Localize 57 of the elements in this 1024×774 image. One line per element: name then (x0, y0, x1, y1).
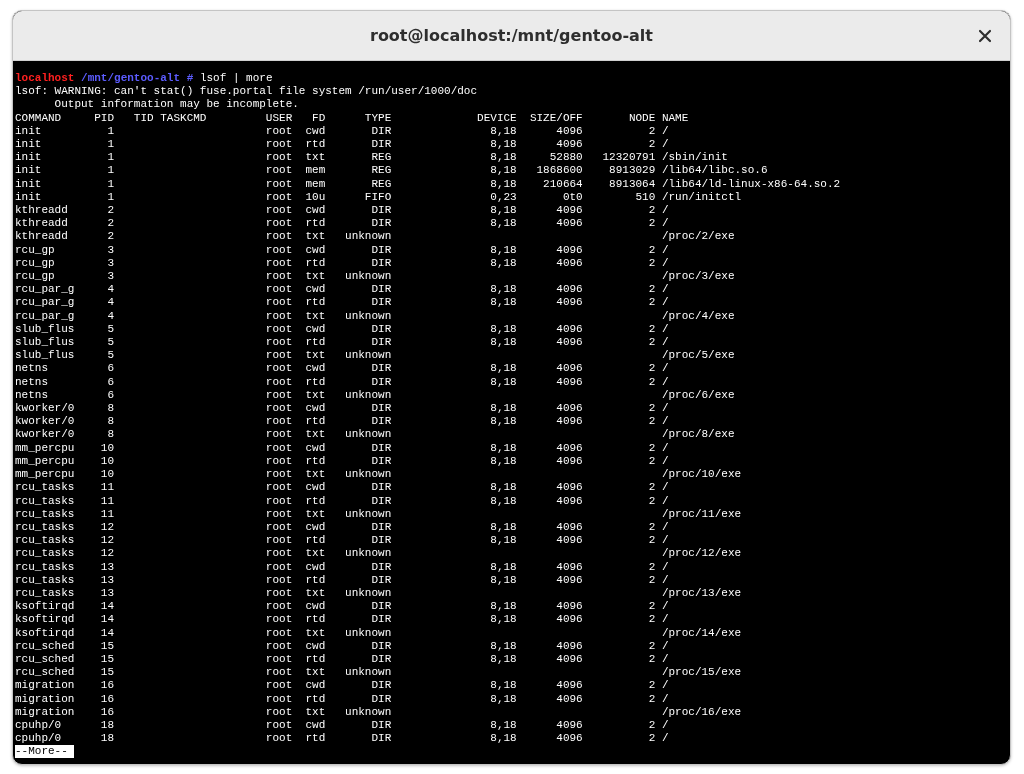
output-line: kthreadd 2 root txt unknown /proc/2/exe (15, 230, 735, 244)
output-line: rcu_sched 15 root rtd DIR 8,18 4096 2 / (15, 652, 669, 667)
output-line: netns 6 root txt unknown /proc/6/exe (15, 388, 735, 403)
output-line: mm_percpu 10 root cwd DIR 8,18 4096 2 / (15, 441, 669, 455)
output-line: rcu_par_g 4 root txt unknown /proc/4/exe (15, 309, 735, 323)
pager-prompt: --More-- (15, 745, 75, 759)
close-icon (978, 29, 992, 43)
output-line: rcu_tasks 11 root cwd DIR 8,18 4096 2 / (15, 481, 669, 495)
output-line: rcu_tasks 13 root cwd DIR 8,18 4096 2 / (15, 560, 669, 574)
warning-message: Output information may be incomplete. (53, 98, 299, 112)
output-line: kthreadd 2 root rtd DIR 8,18 4096 2 / (15, 217, 669, 231)
output-line: kworker/0 8 root txt unknown /proc/8/exe (15, 428, 735, 442)
warning-message: lsof: WARNING: can't stat() fuse.portal file system /run/user/1000/doc (15, 85, 478, 99)
output-line: rcu_sched 15 root txt unknown /proc/15/exe (15, 666, 742, 680)
output-line: rcu_tasks 12 root txt unknown /proc/12/exe (15, 547, 742, 561)
output-line: init 1 root mem REG 8,18 210664 8913064 /lib64/ld-linux-x86-64.so.2 (15, 177, 841, 191)
output-line: rcu_tasks 13 root txt unknown /proc/13/exe (15, 586, 742, 601)
output-line: ksoftirqd 14 root txt unknown /proc/14/exe (15, 626, 742, 640)
output-line: netns 6 root cwd DIR 8,18 4096 2 / (15, 362, 669, 376)
column-header: COMMAND PID TID TASKCMD USER FD TYPE DEVICE SIZE/OFF NODE NAME (15, 111, 689, 125)
output-line: init 1 root 10u FIFO 0,23 0t0 510 /run/initctl (15, 190, 742, 205)
output-line: kthreadd 2 root cwd DIR 8,18 4096 2 / (15, 204, 669, 218)
output-line: mm_percpu 10 root rtd DIR 8,18 4096 2 / (15, 454, 669, 469)
output-line: rcu_tasks 13 root rtd DIR 8,18 4096 2 / (15, 573, 669, 587)
output-line: init 1 root mem REG 8,18 1868600 8913029 /lib64/libc.so.6 (15, 164, 768, 178)
output-line: rcu_tasks 12 root cwd DIR 8,18 4096 2 / (15, 520, 669, 535)
output-line: netns 6 root rtd DIR 8,18 4096 2 / (15, 375, 669, 389)
output-line: rcu_sched 15 root cwd DIR 8,18 4096 2 / (15, 639, 669, 653)
output-line: slub_flus 5 root txt unknown /proc/5/exe (15, 349, 735, 363)
output-line: slub_flus 5 root rtd DIR 8,18 4096 2 / (15, 336, 669, 350)
output-line: init 1 root cwd DIR 8,18 4096 2 / (15, 124, 669, 138)
output-line: mm_percpu 10 root txt unknown /proc/10/exe (15, 468, 742, 482)
prompt-path: /mnt/gentoo-alt (81, 72, 181, 84)
output-line: rcu_par_g 4 root cwd DIR 8,18 4096 2 / (15, 283, 669, 297)
output-line: cpuhp/0 18 root rtd DIR 8,18 4096 2 / (15, 732, 669, 746)
output-line: rcu_gp 3 root txt unknown /proc/3/exe (15, 270, 735, 284)
output-line: rcu_tasks 11 root rtd DIR 8,18 4096 2 / (15, 494, 669, 508)
output-line: ksoftirqd 14 root cwd DIR 8,18 4096 2 / (15, 600, 669, 614)
output-line: ksoftirqd 14 root rtd DIR 8,18 4096 2 / (15, 613, 669, 627)
output-line: init 1 root rtd DIR 8,18 4096 2 / (15, 138, 669, 152)
prompt-symbol: # (186, 72, 194, 84)
prompt-host: localhost (15, 72, 75, 84)
output-line: rcu_tasks 12 root rtd DIR 8,18 4096 2 / (15, 534, 669, 548)
output-line: slub_flus 5 root cwd DIR 8,18 4096 2 / (15, 322, 669, 337)
output-line: migration 16 root cwd DIR 8,18 4096 2 / (15, 679, 669, 693)
output-line: cpuhp/0 18 root cwd DIR 8,18 4096 2 / (15, 718, 669, 733)
output-line: kworker/0 8 root rtd DIR 8,18 4096 2 / (15, 415, 669, 429)
output-line: rcu_gp 3 root rtd DIR 8,18 4096 2 / (15, 256, 669, 271)
window-title: root@localhost:/mnt/gentoo-alt (370, 24, 653, 47)
output-line: rcu_par_g 4 root rtd DIR 8,18 4096 2 / (15, 296, 669, 310)
output-line: rcu_tasks 11 root txt unknown /proc/11/exe (15, 507, 742, 521)
output-line: rcu_gp 3 root cwd DIR 8,18 4096 2 / (15, 243, 669, 257)
output-line: migration 16 root txt unknown /proc/16/exe (15, 705, 742, 719)
command-text: lsof | more (199, 72, 273, 84)
output-line: kworker/0 8 root cwd DIR 8,18 4096 2 / (15, 402, 669, 416)
output-line: migration 16 root rtd DIR 8,18 4096 2 / (15, 692, 669, 706)
output-line: init 1 root txt REG 8,18 52880 12320791 /sbin/init (15, 151, 728, 165)
